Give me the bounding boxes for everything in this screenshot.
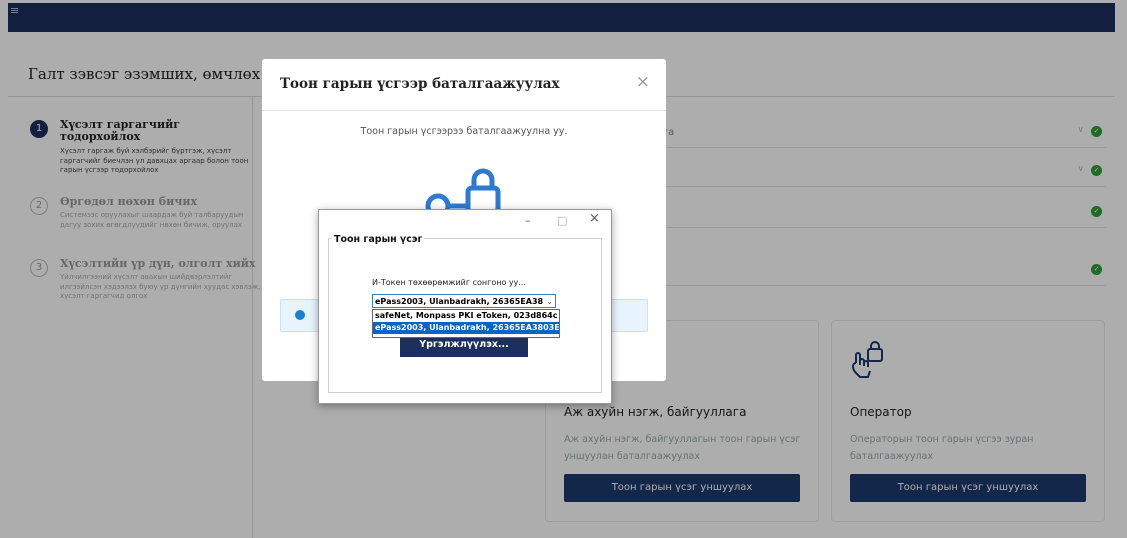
modal-title: Тоон гарын үсгээр баталгаажуулах — [280, 76, 560, 92]
chevron-down-icon[interactable]: ⌄ — [544, 295, 553, 307]
modal-message: Тоон гарын үсгээрээ баталгаажуулна уу. — [360, 126, 568, 137]
token-select-value: ePass2003, Ulanbadrakh, 26365EA38 — [375, 297, 544, 306]
minimize-icon[interactable]: – — [525, 214, 531, 227]
token-prompt: И-Токен төхөөрөмжийг сонгоно уу... — [372, 278, 527, 287]
dropdown-option[interactable]: safeNet, Monpass PKI eToken, 023d864c — [373, 310, 559, 322]
groupbox-label: Тоон гарын үсэг — [332, 234, 425, 245]
modal-divider — [262, 110, 666, 111]
close-icon[interactable]: × — [589, 211, 600, 226]
close-icon[interactable]: × — [636, 72, 650, 92]
maximize-icon[interactable]: □ — [557, 214, 567, 227]
token-select[interactable]: ePass2003, Ulanbadrakh, 26365EA38 ⌄ — [372, 294, 556, 308]
token-select-window: – □ × Тоон гарын үсэг И-Токен төхөөрөмжи… — [318, 209, 612, 404]
info-icon — [295, 310, 305, 320]
dropdown-option-selected[interactable]: ePass2003, Ulanbadrakh, 26365EA3803E — [373, 322, 559, 334]
token-dropdown-list: safeNet, Monpass PKI eToken, 023d864c eP… — [372, 309, 560, 338]
